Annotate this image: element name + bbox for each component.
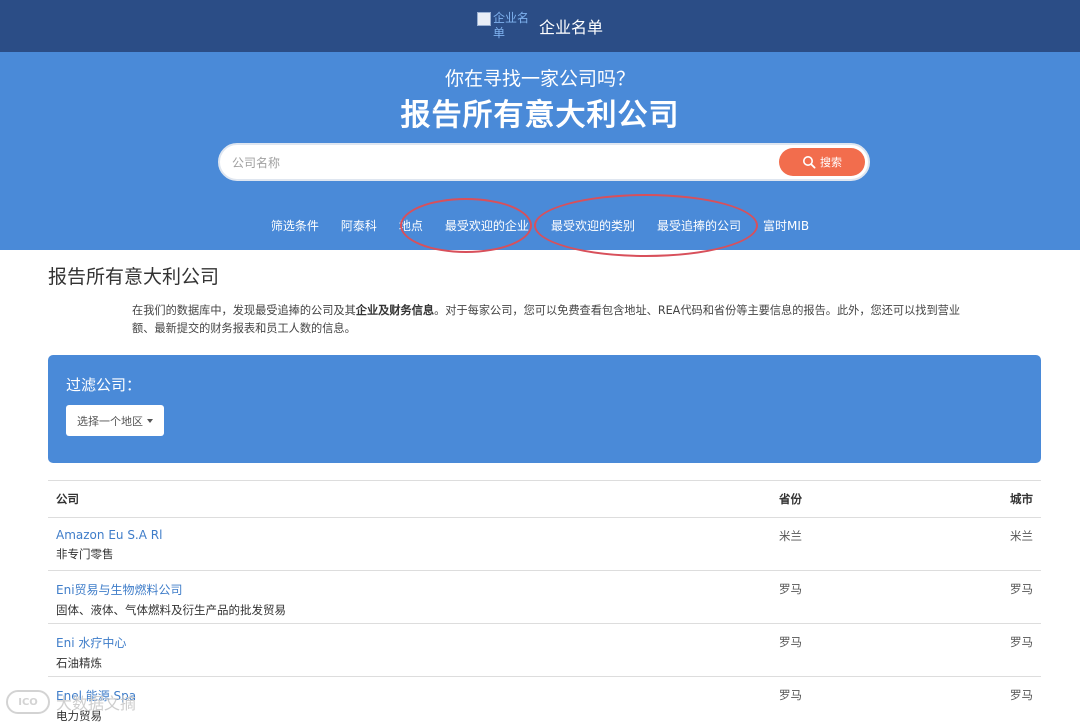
nav-filter-conditions[interactable]: 筛选条件 <box>260 217 330 234</box>
region-select-label: 选择一个地区 <box>77 414 143 428</box>
table-header-row: 公司 省份 城市 <box>48 480 1041 518</box>
watermark-text: 大数据文摘 <box>56 694 137 713</box>
company-city: 罗马 <box>921 623 1041 677</box>
company-link[interactable]: Eni 水疗中心 <box>56 634 763 651</box>
company-city: 罗马 <box>921 676 1041 725</box>
column-header-company[interactable]: 公司 <box>48 480 771 518</box>
search-button[interactable]: 搜索 <box>779 148 865 176</box>
page-heading: 报告所有意大利公司 <box>48 266 220 288</box>
table-row: Eni贸易与生物燃料公司 固体、液体、气体燃料及衍生产品的批发贸易 罗马 罗马 <box>48 570 1041 624</box>
search-icon <box>803 156 816 169</box>
filter-panel: 过滤公司： 选择一个地区 <box>48 355 1041 463</box>
hero-subtitle: 你在寻找一家公司吗？ <box>444 68 635 90</box>
company-category: 固体、液体、气体燃料及衍生产品的批发贸易 <box>56 603 286 617</box>
company-link[interactable]: Amazon Eu S.A Rl <box>56 528 763 542</box>
company-province: 米兰 <box>771 517 921 571</box>
company-link[interactable]: Enel 能源 Spa <box>56 687 763 704</box>
column-header-city[interactable]: 城市 <box>921 480 1041 518</box>
top-navbar: 企业名单 企业名单 <box>0 0 1080 52</box>
company-category: 电力贸易 <box>56 709 102 723</box>
company-province: 罗马 <box>771 623 921 677</box>
region-select-button[interactable]: 选择一个地区 <box>66 405 164 436</box>
table-row: Eni 水疗中心 石油精炼 罗马 罗马 <box>48 623 1041 677</box>
search-button-label: 搜索 <box>820 156 842 169</box>
search-bar: 搜索 <box>218 143 870 181</box>
company-category: 石油精炼 <box>56 656 102 670</box>
company-city: 罗马 <box>921 570 1041 624</box>
nav-ftse-mib[interactable]: 富时MIB <box>752 217 820 234</box>
company-city: 米兰 <box>921 517 1041 571</box>
watermark-logo-icon: ICO <box>6 690 50 714</box>
site-title[interactable]: 企业名单 <box>539 14 603 38</box>
hero-title: 报告所有意大利公司 <box>400 98 680 133</box>
watermark: ICO 大数据文摘 <box>6 690 136 714</box>
broken-image-icon <box>476 12 491 26</box>
companies-table: 公司 省份 城市 Amazon Eu S.A Rl 非专门零售 米兰 米兰 En… <box>48 480 1041 725</box>
hero-nav: 筛选条件 阿泰科 地点 最受欢迎的企业 最受欢迎的类别 最受追捧的公司 富时MI… <box>0 217 1080 234</box>
nav-location[interactable]: 地点 <box>388 217 434 234</box>
company-province: 罗马 <box>771 570 921 624</box>
nav-ateco[interactable]: 阿泰科 <box>330 217 388 234</box>
intro-text-1: 在我们的数据库中，发现最受追捧的公司及其 <box>132 304 356 317</box>
nav-popular-companies[interactable]: 最受欢迎的企业 <box>434 217 540 234</box>
intro-bold-text: 企业及财务信息 <box>355 304 435 317</box>
caret-down-icon <box>147 418 153 423</box>
filter-title: 过滤公司： <box>66 376 142 394</box>
column-header-province[interactable]: 省份 <box>771 480 921 518</box>
company-link[interactable]: Eni贸易与生物燃料公司 <box>56 581 763 598</box>
site-logo[interactable]: 企业名单 <box>476 11 531 41</box>
intro-paragraph: 在我们的数据库中，发现最受追捧的公司及其企业及财务信息。对于每家公司，您可以免费… <box>132 302 962 338</box>
company-province: 罗马 <box>771 676 921 725</box>
company-category: 非专门零售 <box>56 547 114 561</box>
hero-banner: 你在寻找一家公司吗？ 报告所有意大利公司 搜索 筛选条件 阿泰科 地点 最受欢迎… <box>0 52 1080 250</box>
logo-alt-text: 企业名单 <box>492 11 529 40</box>
company-search-input[interactable] <box>232 153 772 173</box>
nav-most-sought-companies[interactable]: 最受追捧的公司 <box>646 217 752 234</box>
nav-popular-categories[interactable]: 最受欢迎的类别 <box>540 217 646 234</box>
table-row: Enel 能源 Spa 电力贸易 罗马 罗马 <box>48 676 1041 725</box>
table-row: Amazon Eu S.A Rl 非专门零售 米兰 米兰 <box>48 517 1041 571</box>
